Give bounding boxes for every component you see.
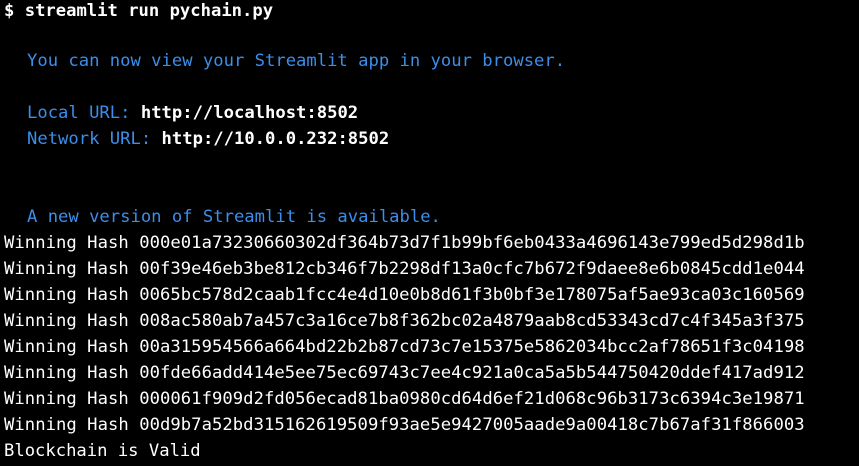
local-url-label: Local URL: xyxy=(27,103,131,123)
hash-line: Winning Hash 0065bc578d2caab1fcc4e4d10e0… xyxy=(4,284,805,306)
hash-value: 00a315954566a664bd22b2b87cd73c7e15375e58… xyxy=(139,337,805,357)
hash-label: Winning Hash xyxy=(4,389,129,409)
network-url-label: Network URL: xyxy=(27,129,152,149)
hash-label: Winning Hash xyxy=(4,285,129,305)
hash-label: Winning Hash xyxy=(4,233,129,253)
hash-label: Winning Hash xyxy=(4,259,129,279)
hash-value: 008ac580ab7a457c3a16ce7b8f362bc02a4879aa… xyxy=(139,311,805,331)
hash-value: 0065bc578d2caab1fcc4e4d10e0b8d61f3b0bf3e… xyxy=(139,285,805,305)
hash-value: 00fde66add414e5ee75ec69743c7ee4c921a0ca5… xyxy=(139,363,805,383)
hash-value: 000061f909d2fd056ecad81ba0980cd64d6ef21d… xyxy=(139,389,805,409)
hash-value: 000e01a73230660302df364b73d7f1b99bf6eb04… xyxy=(139,233,805,253)
hash-label: Winning Hash xyxy=(4,415,129,435)
shell-prompt: $ xyxy=(4,1,15,21)
hash-label: Winning Hash xyxy=(4,311,129,331)
local-url-link[interactable]: http://localhost:8502 xyxy=(141,103,358,123)
hash-label: Winning Hash xyxy=(4,337,129,357)
network-url-link[interactable]: http://10.0.0.232:8502 xyxy=(162,129,390,149)
hash-value: 00f39e46eb3be812cb346f7b2298df13a0cfc7b6… xyxy=(139,259,805,279)
hash-line: Winning Hash 00fde66add414e5ee75ec69743c… xyxy=(4,362,805,384)
hash-line: Winning Hash 008ac580ab7a457c3a16ce7b8f3… xyxy=(4,310,805,332)
update-available-message: A new version of Streamlit is available. xyxy=(27,207,441,227)
command-text: streamlit run pychain.py xyxy=(24,1,274,21)
hash-line: Winning Hash 000e01a73230660302df364b73d… xyxy=(4,232,805,254)
command-line: $ streamlit run pychain.py xyxy=(4,0,273,22)
validation-message: Blockchain is Valid xyxy=(4,441,201,461)
network-url-line: Network URL: http://10.0.0.232:8502 xyxy=(27,128,389,150)
view-app-message: You can now view your Streamlit app in y… xyxy=(27,51,566,71)
local-url-line: Local URL: http://localhost:8502 xyxy=(27,102,358,124)
hash-line: Winning Hash 00a315954566a664bd22b2b87cd… xyxy=(4,336,805,358)
terminal-window[interactable]: $ streamlit run pychain.py You can now v… xyxy=(0,0,859,466)
hash-line: Winning Hash 00f39e46eb3be812cb346f7b229… xyxy=(4,258,805,280)
hash-value: 00d9b7a52bd315162619509f93ae5e9427005aad… xyxy=(139,415,805,435)
hash-label: Winning Hash xyxy=(4,363,129,383)
hash-line: Winning Hash 00d9b7a52bd315162619509f93a… xyxy=(4,414,805,436)
hash-line: Winning Hash 000061f909d2fd056ecad81ba09… xyxy=(4,388,805,410)
